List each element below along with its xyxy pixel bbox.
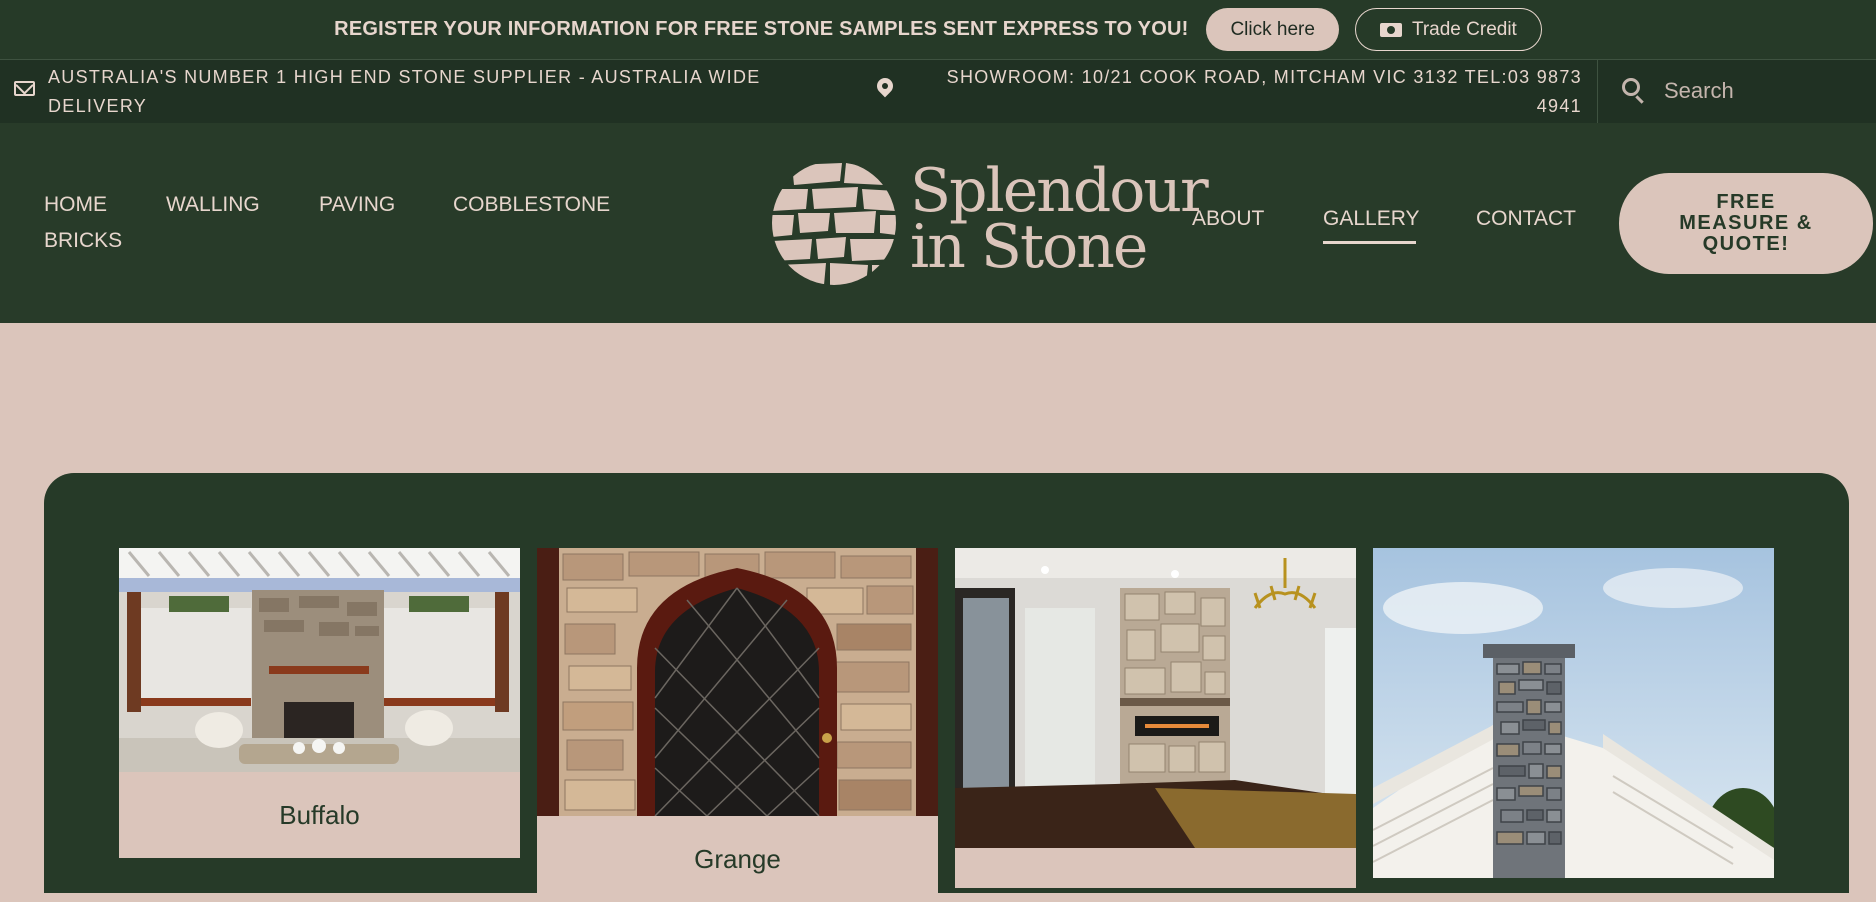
logo-line-2: in Stone — [910, 212, 1148, 282]
gallery-card[interactable] — [1373, 548, 1774, 878]
logo-wordmark: Splendour in Stone — [910, 156, 1209, 282]
promo-text: REGISTER YOUR INFORMATION FOR FREE STONE… — [334, 18, 1189, 40]
trade-credit-button[interactable]: Trade Credit — [1354, 8, 1542, 51]
trade-credit-label: Trade Credit — [1411, 18, 1517, 40]
tagline: AUSTRALIA'S NUMBER 1 HIGH END STONE SUPP… — [48, 66, 761, 116]
indoor-fireplace-photo — [955, 548, 1356, 848]
search-box — [1597, 60, 1876, 123]
nav-home[interactable]: HOME — [44, 193, 107, 217]
info-bar: AUSTRALIA'S NUMBER 1 HIGH END STONE SUPP… — [0, 60, 1876, 123]
gallery-caption — [955, 848, 1356, 888]
nav-contact[interactable]: CONTACT — [1476, 207, 1576, 231]
free-measure-quote-button[interactable]: FREE MEASURE & QUOTE! — [1619, 173, 1873, 274]
nav-about[interactable]: ABOUT — [1192, 207, 1264, 231]
gallery-card[interactable]: Grange — [537, 548, 938, 902]
promo-bar: REGISTER YOUR INFORMATION FOR FREE STONE… — [0, 0, 1876, 60]
nav-walling[interactable]: WALLING — [166, 193, 260, 217]
nav-paving[interactable]: PAVING — [319, 193, 395, 217]
gallery-caption: Buffalo — [119, 772, 520, 858]
gallery-caption: Grange — [537, 816, 938, 902]
gallery-card[interactable]: Buffalo — [119, 548, 520, 858]
search-icon[interactable] — [1622, 78, 1640, 96]
nav-active-indicator — [1323, 241, 1416, 244]
showroom-address: SHOWROOM: 10/21 COOK ROAD, MITCHAM VIC 3… — [946, 66, 1582, 116]
arched-door-photo — [537, 548, 938, 816]
search-input[interactable] — [1664, 74, 1864, 108]
stone-chimney-photo — [1373, 548, 1774, 878]
envelope-icon — [14, 81, 35, 96]
gallery-panel: Buffalo Grange — [44, 473, 1849, 902]
logo-line-1: Splendour — [910, 156, 1209, 226]
site-logo[interactable]: Splendour in Stone — [772, 161, 1209, 286]
nav-gallery[interactable]: GALLERY — [1323, 207, 1420, 231]
site-header: HOME WALLING PAVING COBBLESTONE BRICKS S… — [0, 123, 1876, 323]
outdoor-fireplace-photo — [119, 548, 520, 772]
nav-bricks[interactable]: BRICKS — [44, 229, 122, 253]
gallery-card[interactable] — [955, 548, 1356, 888]
click-here-button[interactable]: Click here — [1206, 8, 1339, 51]
location-pin-icon — [873, 74, 897, 98]
nav-cobblestone[interactable]: COBBLESTONE — [453, 193, 610, 217]
stone-wall-logo-icon — [772, 161, 896, 285]
cash-icon — [1379, 22, 1402, 37]
